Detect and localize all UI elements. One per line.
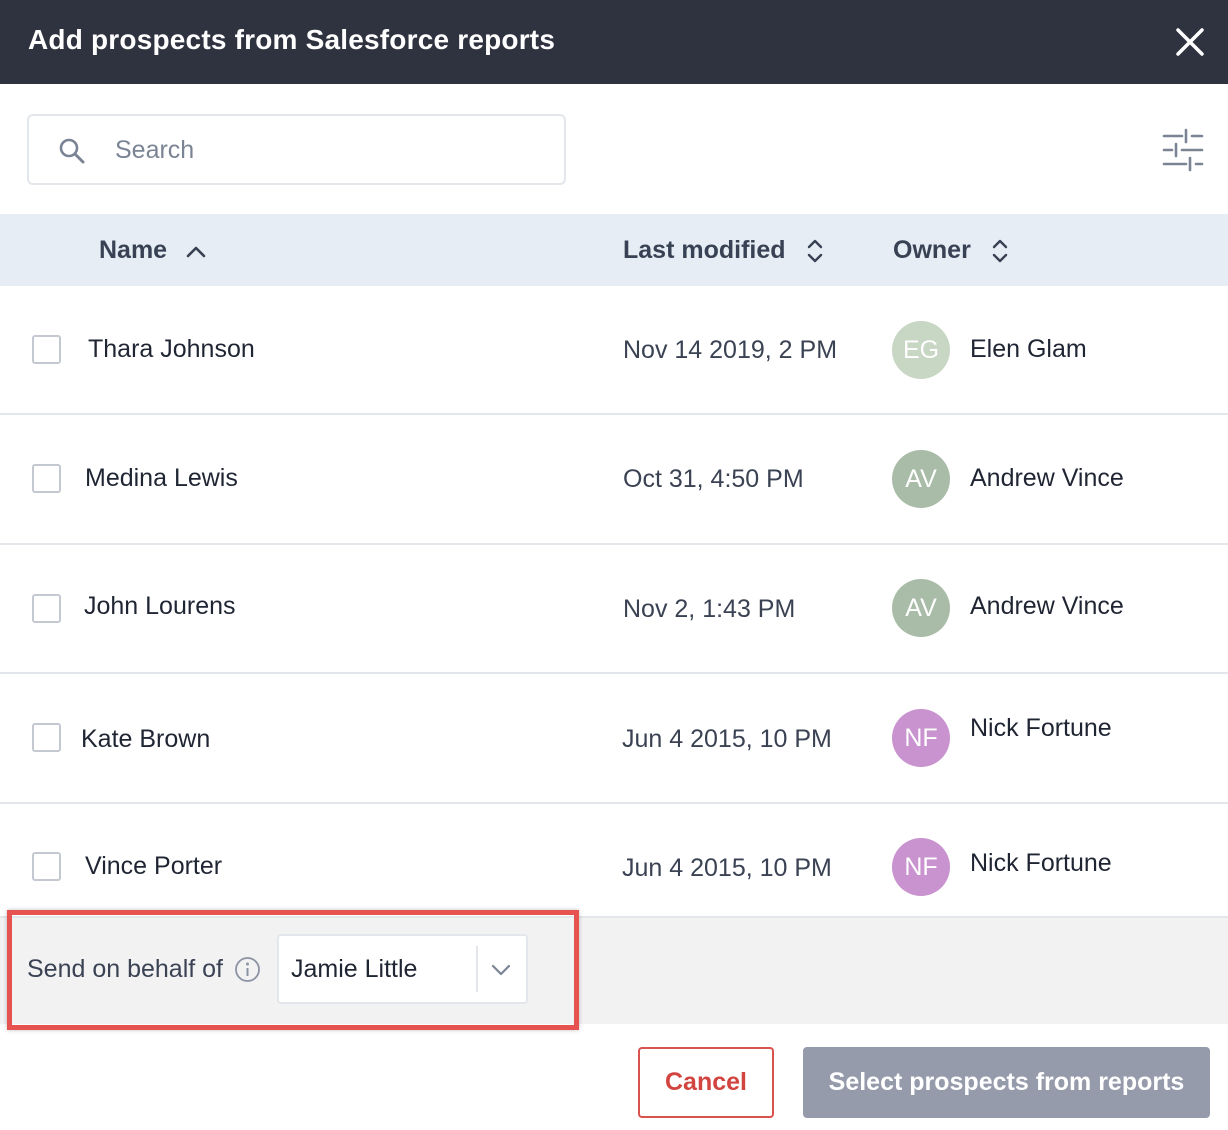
dialog-header: Add prospects from Salesforce reports [0,0,1228,84]
info-icon[interactable] [234,956,261,983]
table-header: Name Last modified Owner [0,214,1228,286]
column-header-last-modified[interactable]: Last modified [623,236,826,265]
last-modified: Nov 14 2019, 2 PM [623,336,838,364]
row-checkbox[interactable] [32,464,61,493]
row-checkbox[interactable] [32,594,61,623]
last-modified: Jun 4 2015, 10 PM [622,854,832,882]
table-row[interactable]: Kate Brown Jun 4 2015, 10 PM NF Nick For… [0,674,1228,804]
table-row[interactable]: Medina Lewis Oct 31, 4:50 PM AV Andrew V… [0,415,1228,545]
behalf-select-value: Jamie Little [291,955,418,983]
chevron-up-icon [186,246,206,257]
cancel-button[interactable]: Cancel [638,1047,774,1118]
select-divider [476,946,478,992]
owner-name: Andrew Vince [970,464,1124,492]
table-row[interactable]: John Lourens Nov 2, 1:43 PM AV Andrew Vi… [0,545,1228,674]
search-box [27,114,566,185]
row-checkbox[interactable] [32,335,61,364]
column-label-owner: Owner [893,236,971,264]
row-checkbox[interactable] [32,723,61,752]
column-label-last-modified: Last modified [623,236,786,264]
last-modified: Jun 4 2015, 10 PM [622,725,832,753]
dialog-title: Add prospects from Salesforce reports [28,24,556,55]
close-icon [1176,28,1204,56]
avatar: AV [892,450,950,508]
search-input[interactable] [115,130,535,170]
sort-icon [807,239,822,262]
sort-icon [992,239,1007,262]
avatar: AV [892,579,950,637]
search-icon [59,138,85,164]
avatar: EG [892,321,950,379]
select-prospects-button[interactable]: Select prospects from reports [803,1047,1210,1118]
row-checkbox[interactable] [32,852,61,881]
last-modified: Nov 2, 1:43 PM [623,595,796,623]
owner-name: Elen Glam [970,335,1087,363]
column-header-owner[interactable]: Owner [893,236,1011,265]
avatar: NF [892,709,950,767]
close-button[interactable] [1168,20,1212,64]
owner-name: Andrew Vince [970,592,1124,620]
prospect-name: John Lourens [84,592,236,620]
column-header-name[interactable]: Name [99,236,207,265]
prospect-name: Thara Johnson [88,335,255,363]
sliders-icon [1162,128,1204,172]
behalf-label: Send on behalf of [27,955,223,983]
owner-name: Nick Fortune [970,714,1112,742]
table-row[interactable]: Thara Johnson Nov 14 2019, 2 PM EG Elen … [0,286,1228,415]
avatar: NF [892,838,950,896]
chevron-down-icon [491,964,511,976]
table-row[interactable]: Vince Porter Jun 4 2015, 10 PM NF Nick F… [0,804,1228,916]
prospect-name: Vince Porter [85,852,223,880]
owner-name: Nick Fortune [970,849,1112,877]
filter-button[interactable] [1160,128,1206,172]
prospect-name: Kate Brown [81,725,211,753]
column-label-name: Name [99,236,168,264]
last-modified: Oct 31, 4:50 PM [623,465,804,493]
behalf-select[interactable]: Jamie Little [277,934,528,1004]
prospect-name: Medina Lewis [85,464,238,492]
